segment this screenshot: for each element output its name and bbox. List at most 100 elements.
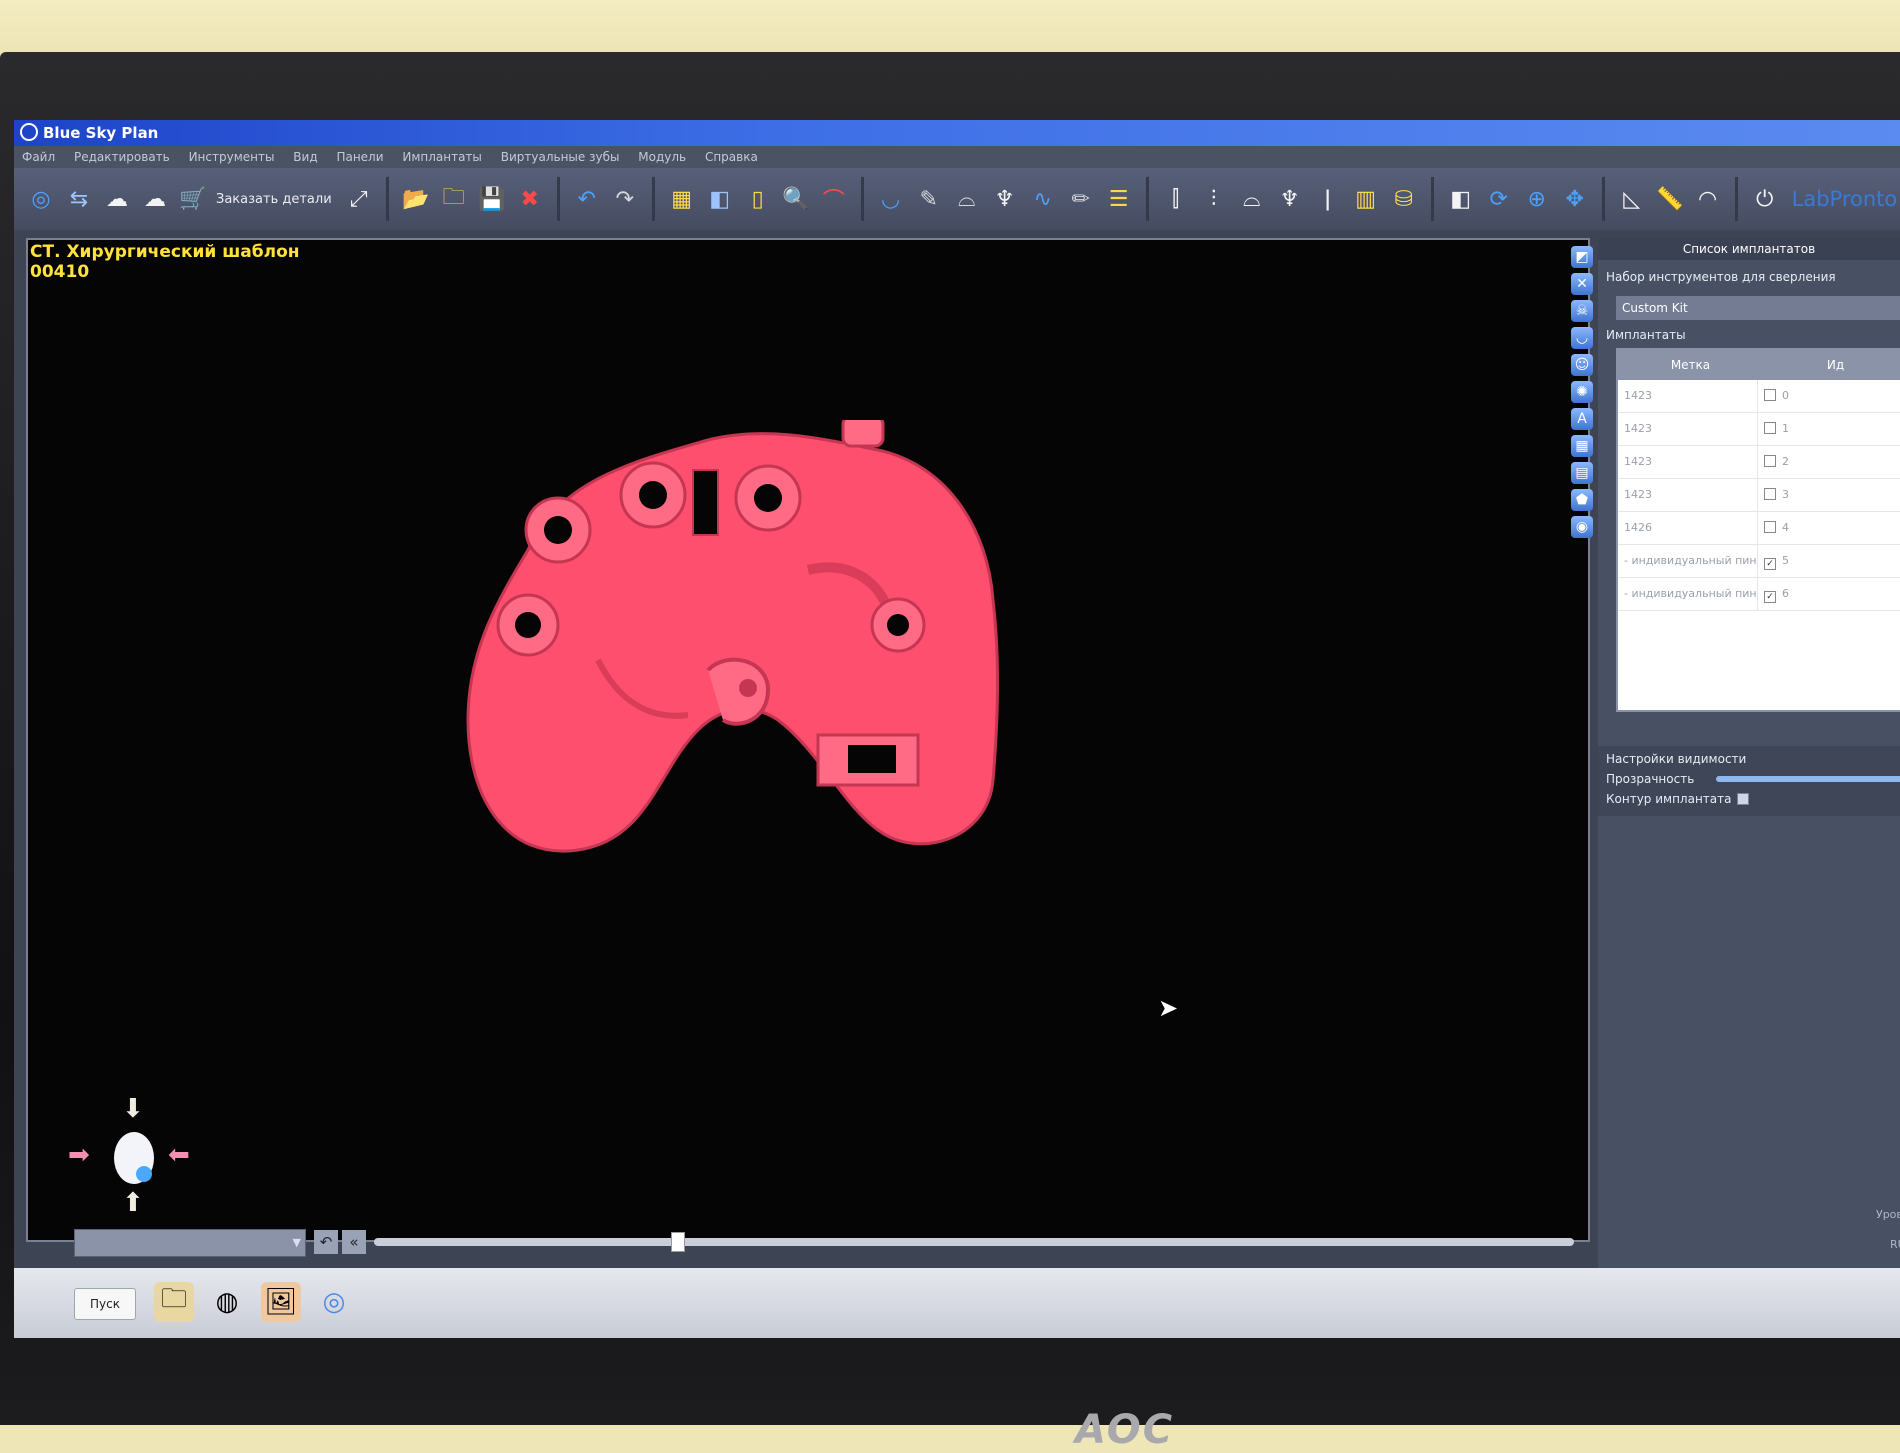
menu-view[interactable]: Вид bbox=[293, 150, 317, 164]
shield-view-icon[interactable]: ⬟ bbox=[1571, 489, 1593, 511]
undo-slice-button[interactable]: ↶ bbox=[314, 1230, 338, 1254]
implant-checkbox[interactable]: ✓ bbox=[1764, 558, 1776, 570]
slice-icon[interactable]: ▯ bbox=[743, 184, 773, 214]
toolbar-separator bbox=[556, 177, 560, 221]
transparency-slider[interactable] bbox=[1716, 776, 1900, 782]
settings-list-icon[interactable]: ☰ bbox=[1104, 184, 1134, 214]
face-icon[interactable]: ☺ bbox=[1571, 354, 1593, 376]
zoom-d-icon[interactable]: 🔍 bbox=[781, 184, 811, 214]
start-button[interactable]: Пуск bbox=[74, 1288, 136, 1320]
measure-area-icon[interactable]: ◺ bbox=[1617, 184, 1647, 214]
arrow-right-icon[interactable]: ➡ bbox=[68, 1140, 90, 1170]
pan-icon[interactable]: ✥ bbox=[1560, 184, 1590, 214]
implant-id-text: 0 bbox=[1782, 389, 1789, 402]
drill-icon[interactable]: ✎ bbox=[914, 184, 944, 214]
cloud-icon[interactable]: ☁ bbox=[140, 184, 170, 214]
implant-checkbox[interactable] bbox=[1764, 422, 1776, 434]
menu-file[interactable]: Файл bbox=[22, 150, 55, 164]
zoom-icon[interactable]: ⊕ bbox=[1522, 184, 1552, 214]
menu-virtual-teeth[interactable]: Виртуальные зубы bbox=[501, 150, 620, 164]
gallery-icon[interactable]: 🖼 bbox=[261, 1282, 301, 1322]
nerve-icon[interactable]: ∿ bbox=[1028, 184, 1058, 214]
menu-edit[interactable]: Редактировать bbox=[74, 150, 170, 164]
implant-icon[interactable]: ⫿ bbox=[1161, 184, 1191, 214]
arrow-down-icon[interactable]: ⬇ bbox=[122, 1094, 144, 1124]
column-id-header[interactable]: Ид bbox=[1763, 350, 1900, 380]
labpronto-button[interactable]: LabPronto bbox=[1792, 187, 1898, 211]
slice-slider[interactable] bbox=[374, 1232, 1574, 1252]
contour-checkbox[interactable] bbox=[1737, 793, 1750, 805]
table-row[interactable]: 1426 4 bbox=[1618, 512, 1900, 545]
layers-icon[interactable]: ◧ bbox=[705, 184, 735, 214]
resize-icon[interactable]: ⤢ bbox=[344, 184, 374, 214]
folder-icon[interactable]: 🗀 bbox=[439, 184, 469, 214]
swirl-icon[interactable]: ◎ bbox=[26, 184, 56, 214]
table-row[interactable]: 1423 0 bbox=[1618, 380, 1900, 413]
eye-icon[interactable]: ◉ bbox=[1571, 516, 1593, 538]
slice-combo[interactable]: ▼ bbox=[74, 1229, 306, 1257]
color-bars-icon[interactable]: ▥ bbox=[1351, 184, 1381, 214]
save-icon[interactable]: 💾 bbox=[477, 184, 507, 214]
crown-icon[interactable]: ♆ bbox=[1275, 184, 1305, 214]
export-icon[interactable]: ⛁ bbox=[1389, 184, 1419, 214]
rewind-button[interactable]: « bbox=[342, 1230, 366, 1254]
grid-icon[interactable]: ▦ bbox=[667, 184, 697, 214]
table-row[interactable]: 1423 1 bbox=[1618, 413, 1900, 446]
tooth-icon[interactable]: ♆ bbox=[990, 184, 1020, 214]
view-cross-icon[interactable]: ✕ bbox=[1571, 273, 1593, 295]
colors-icon[interactable]: ✺ bbox=[1571, 381, 1593, 403]
menu-module[interactable]: Модуль bbox=[638, 150, 686, 164]
undo-icon[interactable]: ↶ bbox=[572, 184, 602, 214]
table-row[interactable]: - индивидуальный пин - ✓ 6 bbox=[1618, 578, 1900, 611]
surgical-guide-model[interactable] bbox=[448, 420, 1068, 940]
rotate-icon[interactable]: ⟳ bbox=[1484, 184, 1514, 214]
view-front-icon[interactable]: ◩ bbox=[1571, 246, 1593, 268]
cart-icon[interactable]: 🛒 bbox=[178, 184, 208, 214]
implant-checkbox[interactable] bbox=[1764, 389, 1776, 401]
table-row[interactable]: - индивидуальный пин - ✓ 5 bbox=[1618, 545, 1900, 578]
implant-checkbox[interactable] bbox=[1764, 521, 1776, 533]
jaw-icon[interactable]: ⌓ bbox=[952, 184, 982, 214]
column-label-header[interactable]: Метка bbox=[1618, 350, 1763, 380]
curve-icon[interactable]: ⌒ bbox=[819, 184, 849, 214]
table-row[interactable]: 1423 3 bbox=[1618, 479, 1900, 512]
menu-panels[interactable]: Панели bbox=[336, 150, 383, 164]
explorer-icon[interactable]: 🗀 bbox=[154, 1282, 194, 1322]
arrow-left-icon[interactable]: ⬅ bbox=[168, 1140, 190, 1170]
cloud-upload-icon[interactable]: ☁ bbox=[102, 184, 132, 214]
arrow-up-icon[interactable]: ⬆ bbox=[122, 1188, 144, 1218]
menu-help[interactable]: Справка bbox=[705, 150, 758, 164]
implant-checkbox[interactable] bbox=[1764, 455, 1776, 467]
text-icon[interactable]: A bbox=[1571, 408, 1593, 430]
transfer-icon[interactable]: ⇆ bbox=[64, 184, 94, 214]
table-row[interactable]: 1423 2 bbox=[1618, 446, 1900, 479]
layout-grid-icon[interactable]: ▦ bbox=[1571, 435, 1593, 457]
open-icon[interactable]: 📂 bbox=[401, 184, 431, 214]
order-parts-button[interactable]: Заказать детали bbox=[216, 192, 332, 207]
close-file-icon[interactable]: ✖ bbox=[515, 184, 545, 214]
pen-icon[interactable]: ✏ bbox=[1066, 184, 1096, 214]
implant-checkbox[interactable]: ✓ bbox=[1764, 591, 1776, 603]
layout-split-icon[interactable]: ▤ bbox=[1571, 462, 1593, 484]
jaw-view-icon[interactable]: ◡ bbox=[1571, 327, 1593, 349]
ruler-icon[interactable]: 📏 bbox=[1655, 184, 1685, 214]
implant-id-text: 1 bbox=[1782, 422, 1789, 435]
3d-viewport[interactable]: СТ. Хирургический шаблон 00410 ⬇ ➡ ⬅ ⬆ ➤ bbox=[26, 238, 1590, 1242]
redo-icon[interactable]: ↷ bbox=[610, 184, 640, 214]
contrast-icon[interactable]: ◧ bbox=[1446, 184, 1476, 214]
chrome-icon[interactable]: ◍ bbox=[207, 1282, 247, 1322]
skull-icon[interactable]: ☠ bbox=[1571, 300, 1593, 322]
bluesky-taskbar-icon[interactable]: ◎ bbox=[314, 1282, 354, 1322]
slider-thumb[interactable] bbox=[671, 1232, 685, 1252]
arch-icon[interactable]: ◡ bbox=[876, 184, 906, 214]
implant-checkbox[interactable] bbox=[1764, 488, 1776, 500]
kit-select[interactable]: Custom Kit bbox=[1616, 296, 1900, 320]
orientation-widget[interactable]: ⬇ ➡ ⬅ ⬆ bbox=[68, 1094, 208, 1220]
power-icon[interactable]: ⏻ bbox=[1750, 184, 1780, 214]
pin-icon[interactable]: ⫶ bbox=[1199, 184, 1229, 214]
sleeve-icon[interactable]: ǀ bbox=[1313, 184, 1343, 214]
protractor-icon[interactable]: ◠ bbox=[1693, 184, 1723, 214]
menu-implants[interactable]: Имплантаты bbox=[402, 150, 482, 164]
menu-tools[interactable]: Инструменты bbox=[189, 150, 275, 164]
denture-icon[interactable]: ⌓ bbox=[1237, 184, 1267, 214]
